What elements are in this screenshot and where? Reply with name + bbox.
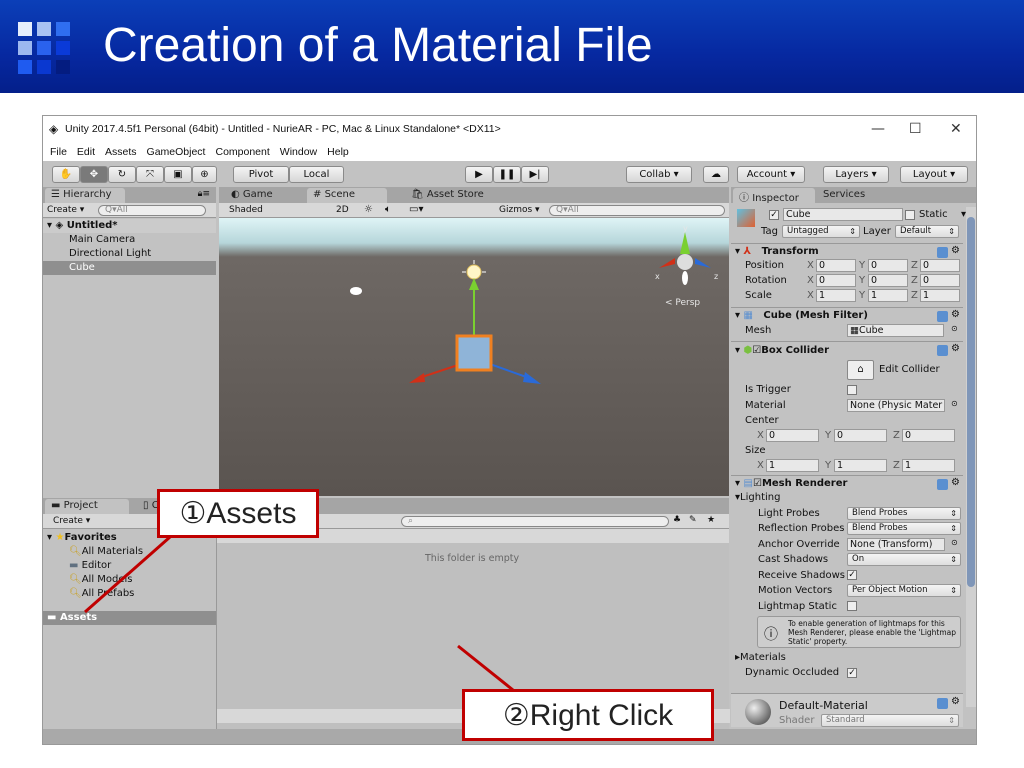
callout-line-assets: [84, 535, 171, 614]
callout-line-right-click: [457, 644, 514, 692]
callout-assets: ①Assets: [157, 489, 319, 538]
callout-right-click: ②Right Click: [462, 689, 714, 741]
callout-lines: [84, 535, 514, 692]
